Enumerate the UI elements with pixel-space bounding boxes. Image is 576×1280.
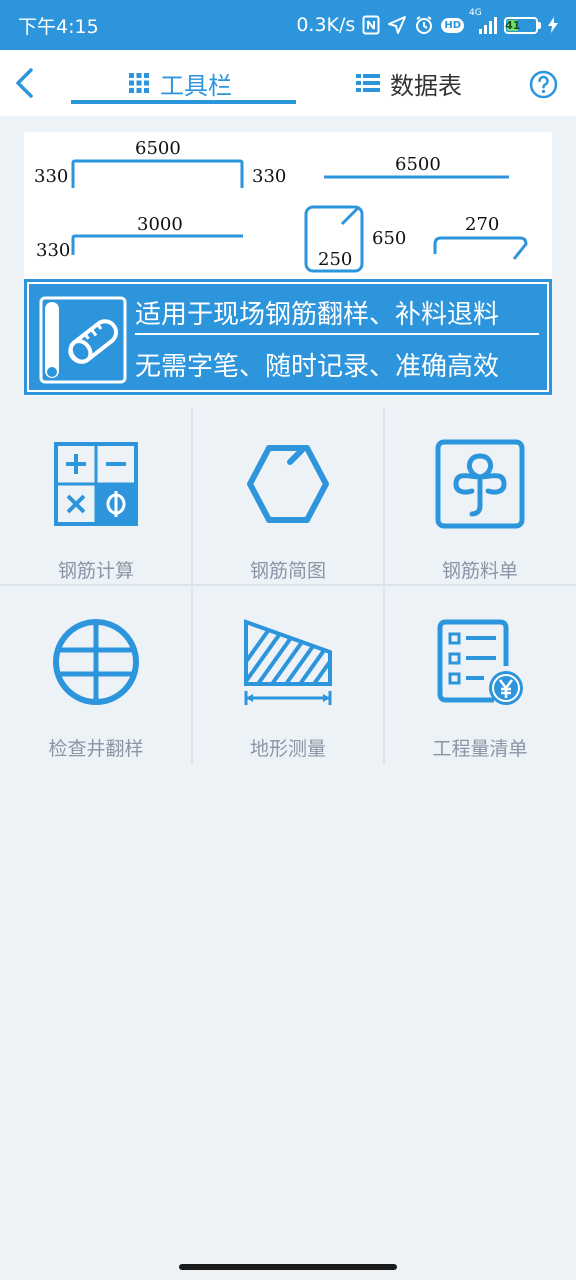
calculator-icon xyxy=(54,442,138,526)
chevron-left-icon xyxy=(16,68,33,98)
slogan-line-1: 适用于现场钢筋翻样、补料退料 xyxy=(135,291,539,335)
tab-tools-label: 工具栏 xyxy=(160,71,232,100)
hd-badge: HD xyxy=(441,17,464,33)
top-navbar: 工具栏 数据表 xyxy=(0,50,576,116)
status-time: 下午4:15 xyxy=(18,15,99,38)
alarm-icon xyxy=(414,15,434,35)
dim-d2-length: 6500 xyxy=(395,154,441,175)
slogan-panel: 适用于现场钢筋翻样、补料退料 无需字笔、随时记录、准确高效 xyxy=(24,279,552,395)
nfc-icon xyxy=(362,15,380,35)
tool-label: 钢筋计算 xyxy=(57,560,134,582)
bill-of-quantities-icon xyxy=(437,619,523,705)
list-icon xyxy=(356,74,380,92)
tool-rebar-material-list[interactable]: 钢筋料单 xyxy=(384,408,576,586)
manhole-icon xyxy=(53,619,139,705)
dim-d1-left-hook: 330 xyxy=(34,166,69,187)
tool-bill-of-quantities[interactable]: 工程量清单 xyxy=(384,586,576,764)
battery-icon: 41 xyxy=(504,16,541,34)
network-speed: 0.3K/s xyxy=(296,14,356,36)
status-bar: 下午4:15 0.3K/s HD 4G 41 xyxy=(0,0,576,50)
blueprint-logo-icon xyxy=(39,296,127,384)
tool-manhole-layout[interactable]: 检查井翻样 xyxy=(0,586,192,764)
tab-data-table[interactable]: 数据表 xyxy=(356,60,462,106)
tool-label: 钢筋简图 xyxy=(249,560,326,582)
dim-d4-width: 250 xyxy=(318,249,353,270)
grid-icon xyxy=(129,73,149,93)
tool-terrain-survey[interactable]: 地形测量 xyxy=(192,586,384,764)
dim-d3-length: 3000 xyxy=(137,214,183,235)
tool-rebar-sketch[interactable]: 钢筋简图 xyxy=(192,408,384,586)
back-button[interactable] xyxy=(12,66,38,100)
tool-label: 钢筋料单 xyxy=(441,560,518,582)
tool-label: 地形测量 xyxy=(249,738,326,760)
dim-d1-length: 6500 xyxy=(135,138,181,159)
rebar-shapes xyxy=(71,159,528,273)
location-arrow-icon xyxy=(387,15,407,35)
dim-d3-hook: 330 xyxy=(36,240,71,261)
terrain-measure-icon xyxy=(244,619,332,705)
charging-icon xyxy=(548,17,558,33)
signal-icon: 4G xyxy=(469,8,497,34)
dim-d4-height: 650 xyxy=(372,228,407,249)
slogan-line-2: 无需字笔、随时记录、准确高效 xyxy=(135,351,500,382)
tool-label: 工程量清单 xyxy=(432,738,528,760)
tab-data-label: 数据表 xyxy=(390,71,462,100)
home-indicator[interactable] xyxy=(179,1264,397,1270)
dim-d1-right-hook: 330 xyxy=(252,166,287,187)
hexagon-bend-icon xyxy=(247,445,329,523)
material-list-icon xyxy=(435,439,525,529)
help-icon xyxy=(529,70,558,99)
active-tab-indicator xyxy=(71,100,296,104)
tool-label: 检查井翻样 xyxy=(48,738,144,760)
dim-d5-length: 270 xyxy=(465,214,500,235)
tool-rebar-calculation[interactable]: 钢筋计算 xyxy=(0,408,192,586)
help-button[interactable] xyxy=(529,70,558,99)
